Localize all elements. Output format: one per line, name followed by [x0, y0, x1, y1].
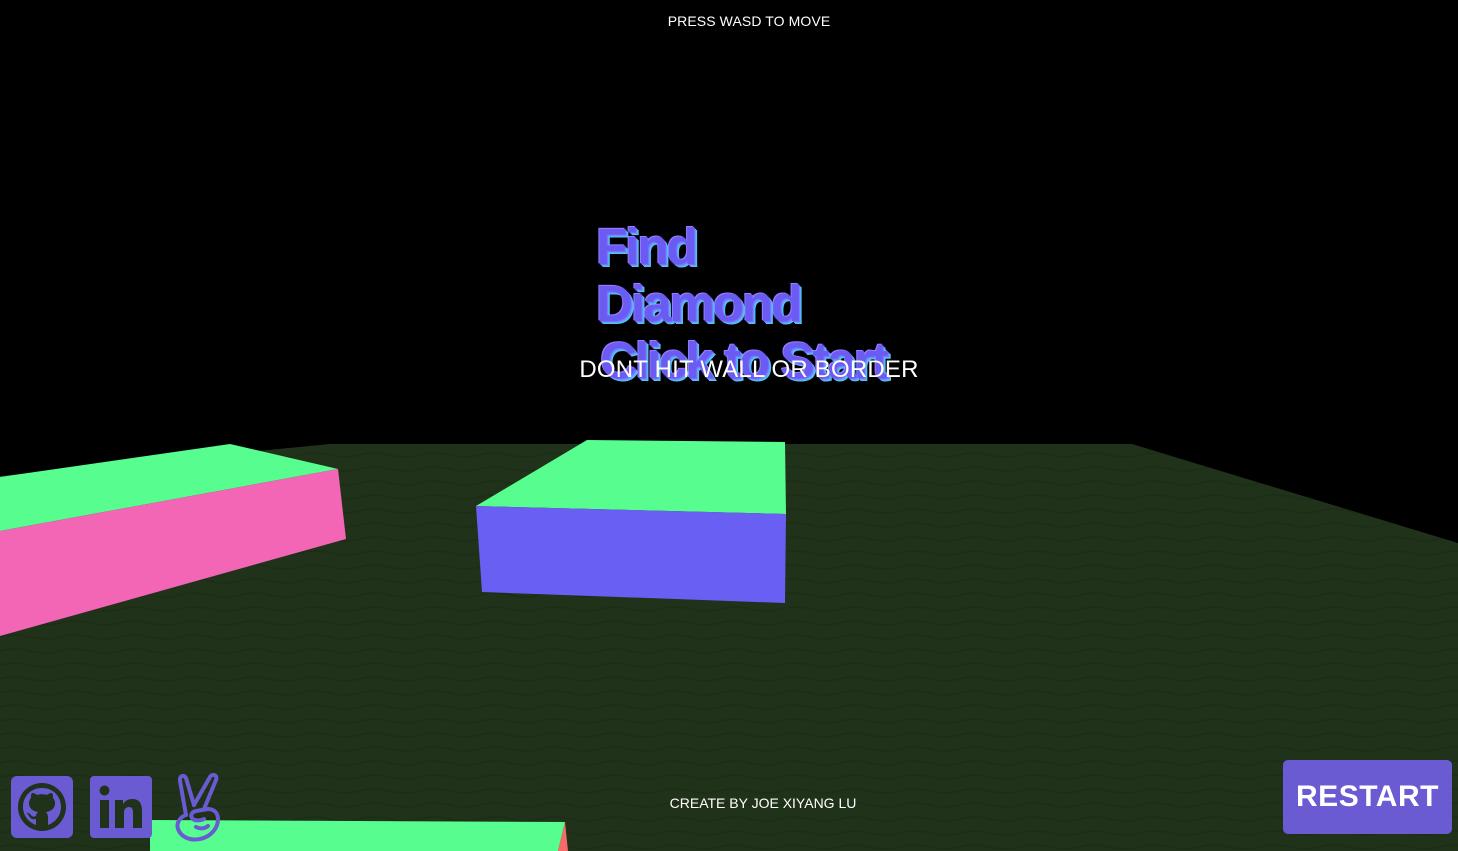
peace-hand-icon — [175, 772, 220, 842]
game-scene[interactable] — [0, 0, 1458, 851]
github-icon — [11, 776, 73, 838]
linkedin-icon — [90, 776, 152, 838]
restart-button[interactable]: RESTART — [1283, 760, 1452, 834]
peace-hand-link[interactable] — [172, 771, 226, 843]
wall-block-center-side — [476, 506, 786, 603]
warning-text: DONT HIT WALL OR BORDER — [579, 356, 919, 383]
github-link[interactable] — [11, 776, 73, 838]
linkedin-link[interactable] — [90, 776, 152, 838]
game-title: Find Diamond — [596, 218, 896, 332]
game-stage[interactable]: PRESS WASD TO MOVE Find Diamond Click to… — [0, 0, 1458, 851]
controls-hint: PRESS WASD TO MOVE — [667, 13, 831, 29]
